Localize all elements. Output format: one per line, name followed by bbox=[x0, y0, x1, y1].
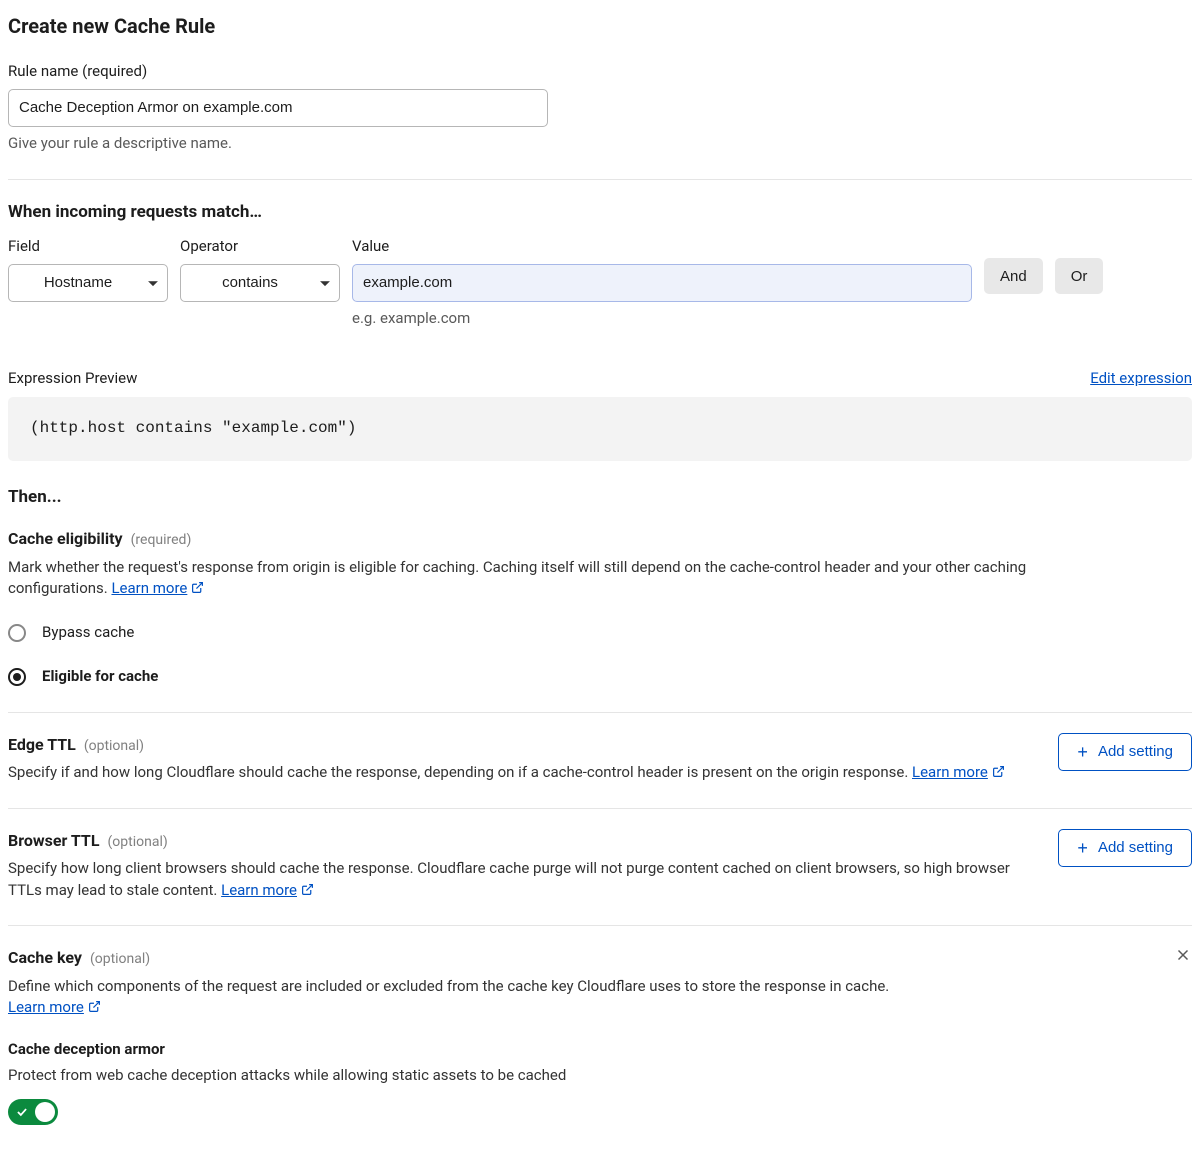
edit-expression-link[interactable]: Edit expression bbox=[1090, 368, 1192, 390]
toggle-knob bbox=[35, 1102, 55, 1122]
learn-more-text: Learn more bbox=[912, 763, 988, 781]
bypass-cache-label: Bypass cache bbox=[42, 622, 134, 644]
browser-ttl-desc: Specify how long client browsers should … bbox=[8, 858, 1034, 902]
optional-tag: (optional) bbox=[90, 949, 150, 969]
learn-more-link[interactable]: Learn more bbox=[8, 998, 101, 1016]
external-link-icon bbox=[88, 998, 101, 1011]
optional-tag: (optional) bbox=[84, 736, 144, 756]
cache-deception-armor-desc: Protect from web cache deception attacks… bbox=[8, 1065, 1068, 1087]
add-setting-button[interactable]: + Add setting bbox=[1058, 733, 1192, 771]
rule-name-input[interactable] bbox=[8, 89, 548, 127]
learn-more-link[interactable]: Learn more bbox=[111, 579, 204, 597]
rule-name-hint: Give your rule a descriptive name. bbox=[8, 133, 1192, 155]
learn-more-text: Learn more bbox=[221, 881, 297, 899]
browser-ttl-title: Browser TTL bbox=[8, 829, 100, 852]
cache-deception-armor-title: Cache deception armor bbox=[8, 1039, 1192, 1061]
external-link-icon bbox=[992, 763, 1005, 776]
cache-deception-armor-toggle[interactable] bbox=[8, 1099, 58, 1125]
optional-tag: (optional) bbox=[108, 832, 168, 852]
and-button[interactable]: And bbox=[984, 258, 1043, 294]
learn-more-link[interactable]: Learn more bbox=[912, 763, 1005, 781]
field-select[interactable]: Hostname bbox=[8, 264, 168, 302]
page-title: Create new Cache Rule bbox=[8, 12, 1192, 41]
add-setting-button[interactable]: + Add setting bbox=[1058, 829, 1192, 867]
operator-label: Operator bbox=[180, 236, 340, 258]
cache-key-desc-text: Define which components of the request a… bbox=[8, 977, 889, 995]
learn-more-text: Learn more bbox=[8, 998, 84, 1016]
rule-name-label: Rule name (required) bbox=[8, 61, 1192, 83]
check-icon bbox=[15, 1104, 29, 1126]
add-setting-label: Add setting bbox=[1098, 743, 1173, 760]
plus-icon: + bbox=[1077, 839, 1088, 857]
browser-ttl-desc-text: Specify how long client browsers should … bbox=[8, 859, 1010, 899]
divider bbox=[8, 925, 1192, 926]
operator-select[interactable]: contains bbox=[180, 264, 340, 302]
edge-ttl-desc-text: Specify if and how long Cloudflare shoul… bbox=[8, 763, 912, 781]
external-link-icon bbox=[191, 579, 204, 592]
learn-more-link[interactable]: Learn more bbox=[221, 881, 314, 899]
field-label: Field bbox=[8, 236, 168, 258]
divider bbox=[8, 712, 1192, 713]
radio-dot-icon bbox=[13, 673, 21, 681]
bypass-cache-radio[interactable] bbox=[8, 624, 26, 642]
external-link-icon bbox=[301, 881, 314, 894]
edge-ttl-title: Edge TTL bbox=[8, 733, 76, 756]
divider bbox=[8, 179, 1192, 180]
plus-icon: + bbox=[1077, 743, 1088, 761]
required-tag: (required) bbox=[131, 530, 192, 550]
cache-key-title: Cache key bbox=[8, 946, 82, 969]
field-select-value: Hostname bbox=[44, 274, 112, 291]
expression-code: (http.host contains "example.com") bbox=[8, 397, 1192, 460]
divider bbox=[8, 808, 1192, 809]
match-heading: When incoming requests match… bbox=[8, 200, 1192, 225]
cache-key-desc: Define which components of the request a… bbox=[8, 976, 1068, 1020]
cache-eligibility-title: Cache eligibility bbox=[8, 527, 123, 550]
value-label: Value bbox=[352, 236, 972, 258]
edge-ttl-desc: Specify if and how long Cloudflare shoul… bbox=[8, 762, 1005, 784]
value-input[interactable] bbox=[352, 264, 972, 302]
add-setting-label: Add setting bbox=[1098, 839, 1173, 856]
learn-more-text: Learn more bbox=[111, 579, 187, 597]
cache-eligibility-desc: Mark whether the request's response from… bbox=[8, 557, 1068, 601]
then-heading: Then... bbox=[8, 485, 1192, 510]
close-icon[interactable] bbox=[1174, 946, 1192, 964]
eligible-cache-radio[interactable] bbox=[8, 668, 26, 686]
operator-select-value: contains bbox=[222, 274, 278, 291]
eligible-cache-label: Eligible for cache bbox=[42, 666, 158, 688]
expression-preview-label: Expression Preview bbox=[8, 368, 137, 390]
value-hint: e.g. example.com bbox=[352, 308, 972, 330]
or-button[interactable]: Or bbox=[1055, 258, 1104, 294]
